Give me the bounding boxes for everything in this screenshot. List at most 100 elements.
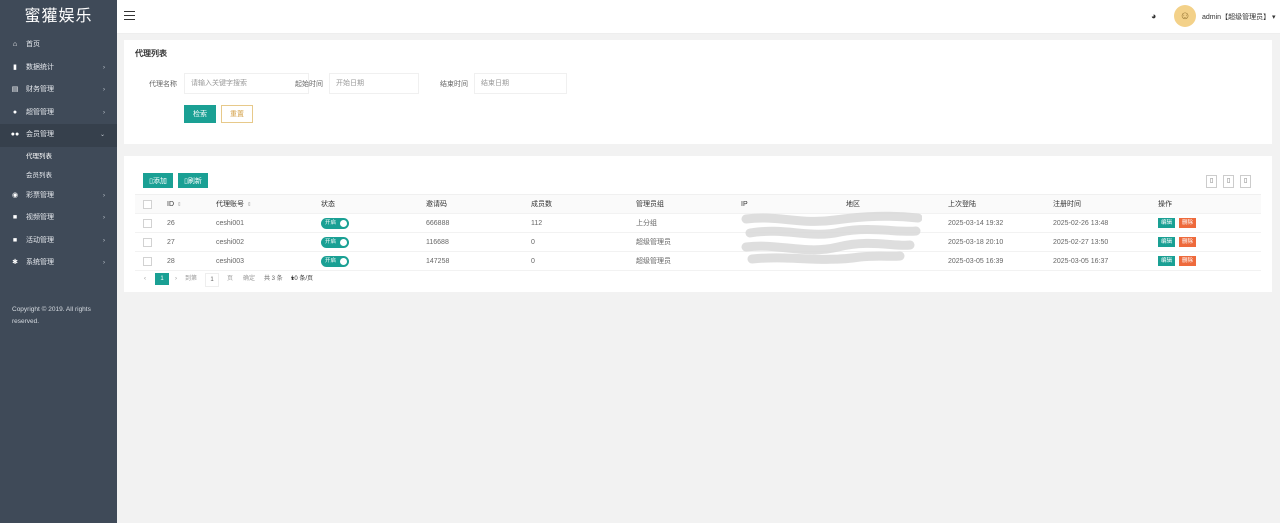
delete-button[interactable]: 删除 <box>1179 237 1197 247</box>
table-row: 28 ceshi003 开启 147258 0 超级管理员 2025-03-05 16:39… <box>135 251 1261 271</box>
agent-name-input[interactable] <box>184 73 309 94</box>
table-body: 26 ceshi001 开启 666888 112 上分组 2025-03-14 19:32… <box>135 213 1261 271</box>
row-checkbox[interactable] <box>143 256 152 266</box>
row-checkbox[interactable] <box>143 237 152 247</box>
column-header-label: 状态 <box>321 201 335 208</box>
delete-button[interactable]: 删除 <box>1179 218 1197 228</box>
confirm-button[interactable]: 确定 <box>243 273 255 285</box>
sidebar-item-3[interactable]: ● 超管管理 › <box>0 102 117 125</box>
top-header: ◕ ☺ admin【超级管理员】 ▾ <box>117 0 1280 34</box>
sidebar-subitem-0[interactable]: 代理列表 <box>0 147 117 166</box>
filter-panel: 代理列表 代理名称 起始时间 结束时间 检索 重置 <box>124 40 1272 144</box>
edit-button[interactable]: 编辑 <box>1158 218 1176 228</box>
sidebar-subitem-1[interactable]: 会员列表 <box>0 166 117 185</box>
edit-button[interactable]: 编辑 <box>1158 256 1176 266</box>
status-cell: 开启 <box>313 232 418 252</box>
status-toggle[interactable]: 开启 <box>321 236 349 248</box>
status-toggle-label: 开启 <box>325 238 337 245</box>
home-icon: ⌂ <box>12 41 18 48</box>
refresh-button-label: 刷新 <box>187 177 202 185</box>
agent-name-label: 代理名称 <box>149 81 177 88</box>
column-header-0[interactable] <box>135 194 159 214</box>
sidebar-item-1[interactable]: ▮ 数据统计 › <box>0 57 117 80</box>
column-header-9: 上次登陆 <box>940 194 1045 214</box>
select-all-checkbox[interactable] <box>143 199 152 209</box>
status-toggle[interactable]: 开启 <box>321 217 349 229</box>
sidebar-nav: ⌂ 首页 ▮ 数据统计 › ▤ 财务管理 › ● 超管管理 › ●● 会员管理 ⌄ 代理列表 会员列表 ◉ 彩票管… <box>0 34 117 275</box>
flag-icon: ■ <box>12 236 18 244</box>
edit-button[interactable]: 编辑 <box>1158 237 1176 247</box>
agent-table: ID ⇕ 代理账号 ⇕ 状态 邀请码 成员数 管理员组 IP 地区 上次登陆 注册时间 操作 26 ces… <box>135 194 1261 271</box>
status-toggle-label: 开启 <box>325 219 337 226</box>
menu-toggle-icon[interactable] <box>124 11 135 20</box>
sidebar-item-2[interactable]: ▤ 财务管理 › <box>0 79 117 102</box>
delete-button[interactable]: 删除 <box>1179 256 1197 266</box>
chevron-right-icon: › <box>103 260 105 266</box>
user-icon: ● <box>12 108 18 116</box>
add-button[interactable]: ▯添加 <box>143 173 173 188</box>
chart-icon: ▮ <box>13 63 17 71</box>
search-button[interactable]: 检索 <box>184 105 216 123</box>
status-toggle[interactable]: 开启 <box>321 255 349 267</box>
cell-id: 28 <box>159 251 208 271</box>
export-icon[interactable]: ▯ <box>1223 175 1234 188</box>
chevron-right-icon: › <box>103 64 105 71</box>
column-header-label: ID <box>167 200 174 208</box>
cell-reg_time: 2025-02-26 13:48 <box>1045 213 1150 233</box>
prev-page-button[interactable]: ‹ <box>144 273 146 285</box>
chevron-right-icon: › <box>103 109 105 116</box>
actions-cell: 编辑 删除 <box>1150 232 1261 252</box>
current-page[interactable]: 1 <box>155 273 169 285</box>
column-header-10: 注册时间 <box>1045 194 1150 214</box>
column-header-1[interactable]: ID ⇕ <box>159 194 208 214</box>
avatar[interactable]: ☺ <box>1174 5 1196 27</box>
cell-account: ceshi001 <box>208 213 313 233</box>
row-select-cell <box>135 232 159 252</box>
copyright: Copyright © 2019. All rights reserved. <box>12 306 91 325</box>
end-date-input[interactable] <box>474 73 567 94</box>
start-time-label: 起始时间 <box>295 81 323 88</box>
cell-code: 147258 <box>418 251 523 271</box>
sidebar-item-label: 超管管理 <box>26 108 54 116</box>
column-header-label: 注册时间 <box>1053 201 1081 208</box>
refresh-button[interactable]: ▯刷新 <box>178 173 208 188</box>
reset-button[interactable]: 重置 <box>221 105 253 123</box>
user-menu[interactable]: admin【超级管理员】 ▾ <box>1202 12 1276 22</box>
table-row: 27 ceshi002 开启 116688 0 超级管理员 2025-03-18 20:10… <box>135 232 1261 252</box>
next-page-button[interactable]: › <box>175 273 177 285</box>
actions-cell: 编辑 删除 <box>1150 213 1261 233</box>
columns-icon[interactable]: ▯ <box>1206 175 1217 188</box>
sidebar-item-5[interactable]: ◉ 彩票管理 › <box>0 185 117 208</box>
cell-last_login: 2025-03-18 20:10 <box>940 232 1045 252</box>
sidebar-item-6[interactable]: ■ 视频管理 › <box>0 207 117 230</box>
column-header-label: 操作 <box>1158 201 1172 208</box>
sort-icon[interactable]: ⇕ <box>177 202 182 208</box>
chevron-right-icon: › <box>103 237 105 244</box>
print-icon[interactable]: ▯ <box>1240 175 1251 188</box>
sidebar-item-4[interactable]: ●● 会员管理 ⌄ <box>0 124 117 147</box>
column-header-label: 地区 <box>846 201 860 208</box>
column-header-6: 管理员组 <box>628 194 733 214</box>
sidebar-item-7[interactable]: ■ 活动管理 › <box>0 230 117 253</box>
column-header-2[interactable]: 代理账号 ⇕ <box>208 194 313 214</box>
palette-icon[interactable]: ◕ <box>1151 11 1156 21</box>
sidebar-item-8[interactable]: ✱ 系统管理 › <box>0 252 117 275</box>
row-checkbox[interactable] <box>143 218 152 228</box>
table-panel: ▯添加 ▯刷新 ▯ ▯ ▯ ID ⇕ 代理账号 ⇕ 状态 邀请码 成员数 管理员组 IP 地区 上次… <box>124 156 1272 292</box>
cell-members: 0 <box>523 251 628 271</box>
start-date-input[interactable] <box>329 73 419 94</box>
column-header-5: 成员数 <box>523 194 628 214</box>
goto-page-input[interactable]: 1 <box>205 273 219 287</box>
table-header-row: ID ⇕ 代理账号 ⇕ 状态 邀请码 成员数 管理员组 IP 地区 上次登陆 注册时间 操作 <box>135 194 1261 214</box>
end-time-label: 结束时间 <box>440 81 468 88</box>
sort-icon[interactable]: ⇕ <box>247 202 252 208</box>
column-header-label: 上次登陆 <box>948 201 976 208</box>
video-icon: ■ <box>12 214 18 221</box>
sidebar: 蜜獾娱乐 ⌂ 首页 ▮ 数据统计 › ▤ 财务管理 › ● 超管管理 › ●● 会员管理 ⌄ 代理列表 会员列… <box>0 0 117 523</box>
column-header-11: 操作 <box>1150 194 1261 214</box>
sidebar-item-label: 活动管理 <box>26 236 54 244</box>
sidebar-item-0[interactable]: ⌂ 首页 <box>0 34 117 57</box>
gamepad-icon: ◉ <box>11 191 19 199</box>
chevron-right-icon: › <box>103 87 105 93</box>
chevron-right-icon: › <box>103 192 105 199</box>
